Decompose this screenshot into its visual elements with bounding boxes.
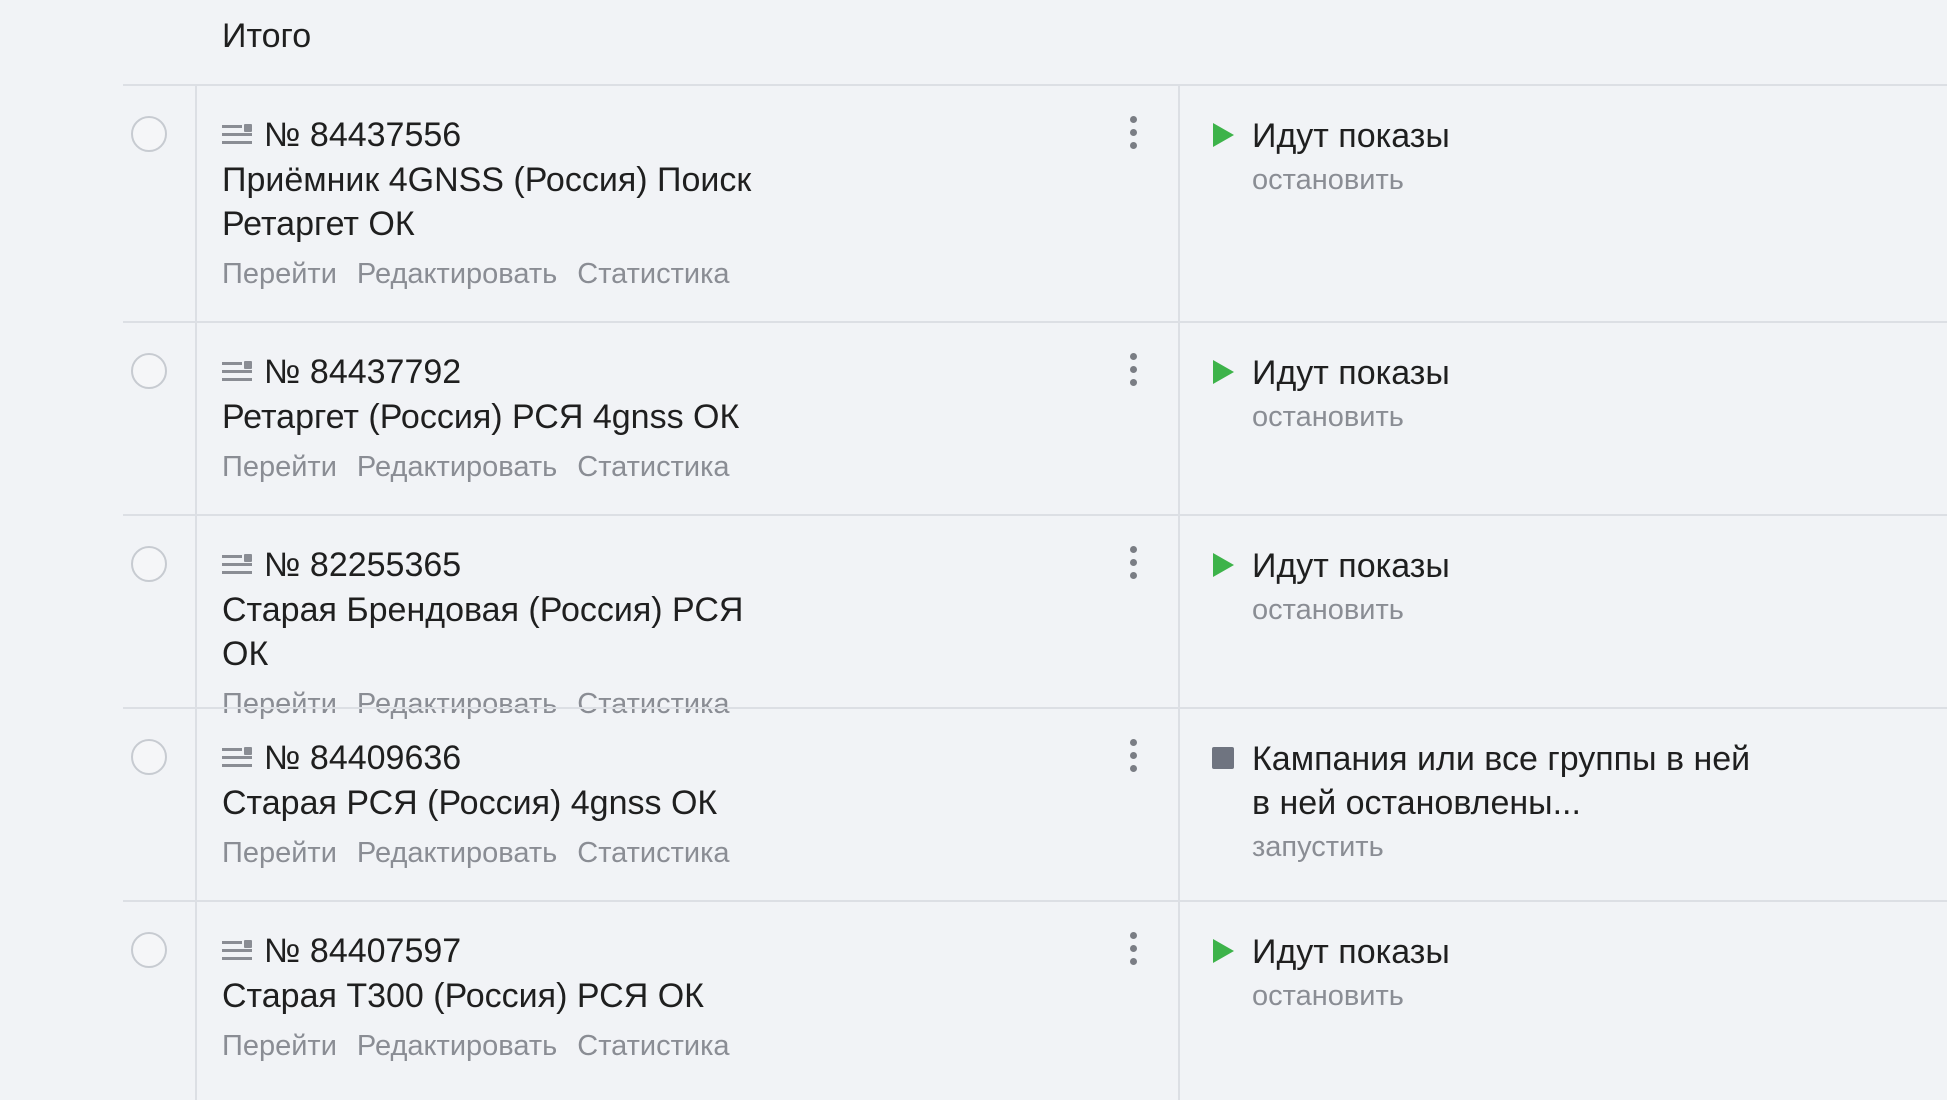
text-campaign-icon: [222, 940, 252, 962]
text-campaign-icon: [222, 554, 252, 576]
play-icon: [1213, 939, 1234, 963]
edit-link[interactable]: Редактировать: [357, 1028, 557, 1064]
text-campaign-icon: [222, 361, 252, 383]
more-menu-icon[interactable]: [1124, 932, 1142, 972]
edit-link[interactable]: Редактировать: [357, 449, 557, 485]
row-select-checkbox[interactable]: [131, 739, 167, 775]
stop-link[interactable]: остановить: [1252, 976, 1910, 1016]
campaign-actions: Перейти Редактировать Статистика: [222, 256, 1122, 292]
campaign-row: № 84409636 Старая РСЯ (Россия) 4gnss ОК …: [0, 707, 1947, 900]
campaign-actions: Перейти Редактировать Статистика: [222, 449, 1122, 485]
row-select-checkbox[interactable]: [131, 932, 167, 968]
row-select-checkbox[interactable]: [131, 353, 167, 389]
start-link[interactable]: запустить: [1252, 827, 1910, 867]
campaign-actions: Перейти Редактировать Статистика: [222, 835, 1122, 871]
play-icon: [1213, 123, 1234, 147]
summary-label: Итого: [222, 17, 312, 55]
more-menu-icon[interactable]: [1124, 353, 1142, 393]
stop-link[interactable]: остановить: [1252, 397, 1910, 437]
status-text: Кампания или все группы в ней в ней оста…: [1252, 740, 1751, 822]
status-text: Идут показы: [1252, 547, 1450, 585]
campaign-table: № 84437556 Приёмник 4GNSS (Россия) Поиск…: [0, 84, 1947, 1100]
campaign-info: № 84437556 Приёмник 4GNSS (Россия) Поиск…: [222, 114, 1122, 292]
more-menu-icon[interactable]: [1124, 546, 1142, 586]
campaign-id: № 84407597: [264, 932, 462, 970]
campaign-name: Приёмник 4GNSS (Россия) Поиск Ретаргет О…: [222, 161, 752, 243]
row-select-checkbox[interactable]: [131, 116, 167, 152]
status-text: Идут показы: [1252, 933, 1450, 971]
edit-link[interactable]: Редактировать: [357, 835, 557, 871]
campaign-status: Идут показы остановить: [1210, 930, 1910, 1016]
text-campaign-icon: [222, 124, 252, 146]
play-icon: [1213, 360, 1234, 384]
campaign-info: № 84437792 Ретаргет (Россия) РСЯ 4gnss О…: [222, 351, 1122, 485]
text-campaign-icon: [222, 747, 252, 769]
campaign-row: № 84407597 Старая Т300 (Россия) РСЯ ОК П…: [0, 900, 1947, 1100]
campaign-name: Ретаргет (Россия) РСЯ 4gnss ОК: [222, 398, 740, 436]
play-icon: [1213, 553, 1234, 577]
go-link[interactable]: Перейти: [222, 835, 337, 871]
campaign-info: № 84407597 Старая Т300 (Россия) РСЯ ОК П…: [222, 930, 1122, 1064]
campaign-status: Кампания или все группы в ней в ней оста…: [1210, 737, 1910, 867]
stop-link[interactable]: остановить: [1252, 160, 1910, 200]
go-link[interactable]: Перейти: [222, 1028, 337, 1064]
campaign-info: № 82255365 Старая Брендовая (Россия) РСЯ…: [222, 544, 1122, 722]
campaign-id: № 84437556: [264, 116, 462, 154]
campaign-row: № 84437556 Приёмник 4GNSS (Россия) Поиск…: [0, 84, 1947, 321]
stats-link[interactable]: Статистика: [577, 256, 729, 292]
campaign-row: № 84437792 Ретаргет (Россия) РСЯ 4gnss О…: [0, 321, 1947, 514]
row-select-checkbox[interactable]: [131, 546, 167, 582]
campaign-name: Старая Т300 (Россия) РСЯ ОК: [222, 977, 704, 1015]
status-text: Идут показы: [1252, 117, 1450, 155]
campaign-name: Старая Брендовая (Россия) РСЯ ОК: [222, 591, 744, 673]
campaign-row: № 82255365 Старая Брендовая (Россия) РСЯ…: [0, 514, 1947, 720]
more-menu-icon[interactable]: [1124, 739, 1142, 779]
campaign-status: Идут показы остановить: [1210, 544, 1910, 630]
stop-link[interactable]: остановить: [1252, 590, 1910, 630]
go-link[interactable]: Перейти: [222, 449, 337, 485]
stats-link[interactable]: Статистика: [577, 835, 729, 871]
stop-icon: [1212, 747, 1234, 769]
campaign-name: Старая РСЯ (Россия) 4gnss ОК: [222, 784, 718, 822]
stats-link[interactable]: Статистика: [577, 1028, 729, 1064]
campaign-actions: Перейти Редактировать Статистика: [222, 1028, 1122, 1064]
go-link[interactable]: Перейти: [222, 256, 337, 292]
campaign-id: № 84409636: [264, 739, 462, 777]
campaign-info: № 84409636 Старая РСЯ (Россия) 4gnss ОК …: [222, 737, 1122, 871]
campaign-id: № 82255365: [264, 546, 462, 584]
campaign-status: Идут показы остановить: [1210, 114, 1910, 200]
stats-link[interactable]: Статистика: [577, 449, 729, 485]
campaign-status: Идут показы остановить: [1210, 351, 1910, 437]
more-menu-icon[interactable]: [1124, 116, 1142, 156]
summary-row: Итого: [0, 0, 1947, 85]
edit-link[interactable]: Редактировать: [357, 256, 557, 292]
campaign-id: № 84437792: [264, 353, 462, 391]
status-text: Идут показы: [1252, 354, 1450, 392]
